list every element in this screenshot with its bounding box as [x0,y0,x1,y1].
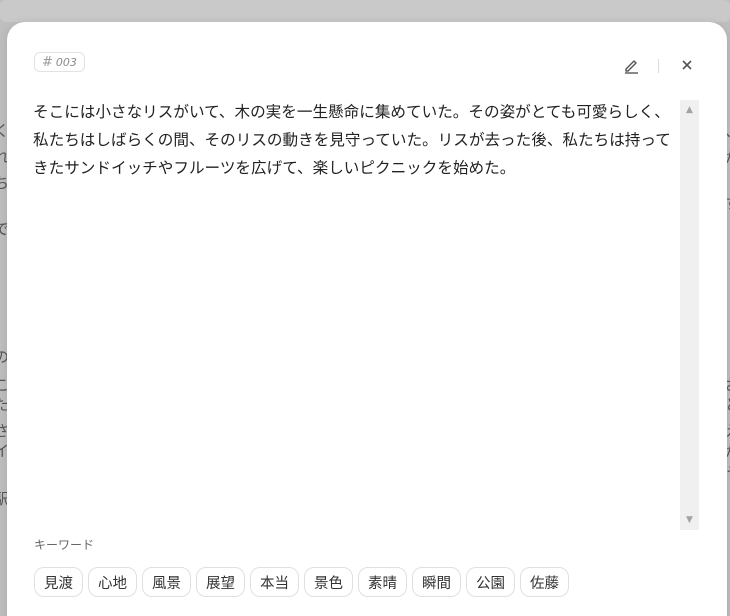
keyword-chip[interactable]: 風景 [142,567,191,597]
id-badge: # 003 [34,52,85,72]
keyword-chip[interactable]: 公園 [466,567,515,597]
id-value: 003 [55,55,77,69]
keywords-label: キーワード [34,538,95,552]
scroll-up-arrow-icon[interactable]: ▲ [680,102,699,118]
keyword-chip[interactable]: 佐藤 [520,567,569,597]
keyword-list: 見渡 心地 風景 展望 本当 景色 素晴 瞬間 公園 佐藤 [34,567,569,597]
hash-icon: # [42,54,53,70]
keyword-chip[interactable]: 素晴 [358,567,407,597]
keyword-chip[interactable]: 本当 [250,567,299,597]
keyword-chip[interactable]: 見渡 [34,567,83,597]
detail-modal: # 003 そこには小さなリスがいて、木の実を一生懸命に集めていた。その姿がとて… [7,22,727,616]
scroll-down-arrow-icon[interactable]: ▼ [680,512,699,528]
pencil-icon [624,59,638,74]
edit-button[interactable] [621,55,641,75]
body-text-area[interactable]: そこには小さなリスがいて、木の実を一生懸命に集めていた。その姿がとても可愛らしく… [33,98,673,530]
scrollbar[interactable]: ▲ ▼ [680,100,699,530]
close-icon [682,60,692,70]
keyword-chip[interactable]: 景色 [304,567,353,597]
background-card [0,0,730,22]
keyword-chip[interactable]: 瞬間 [412,567,461,597]
header-divider [658,59,659,73]
keyword-chip[interactable]: 心地 [88,567,137,597]
close-button[interactable] [677,55,697,75]
keyword-chip[interactable]: 展望 [196,567,245,597]
